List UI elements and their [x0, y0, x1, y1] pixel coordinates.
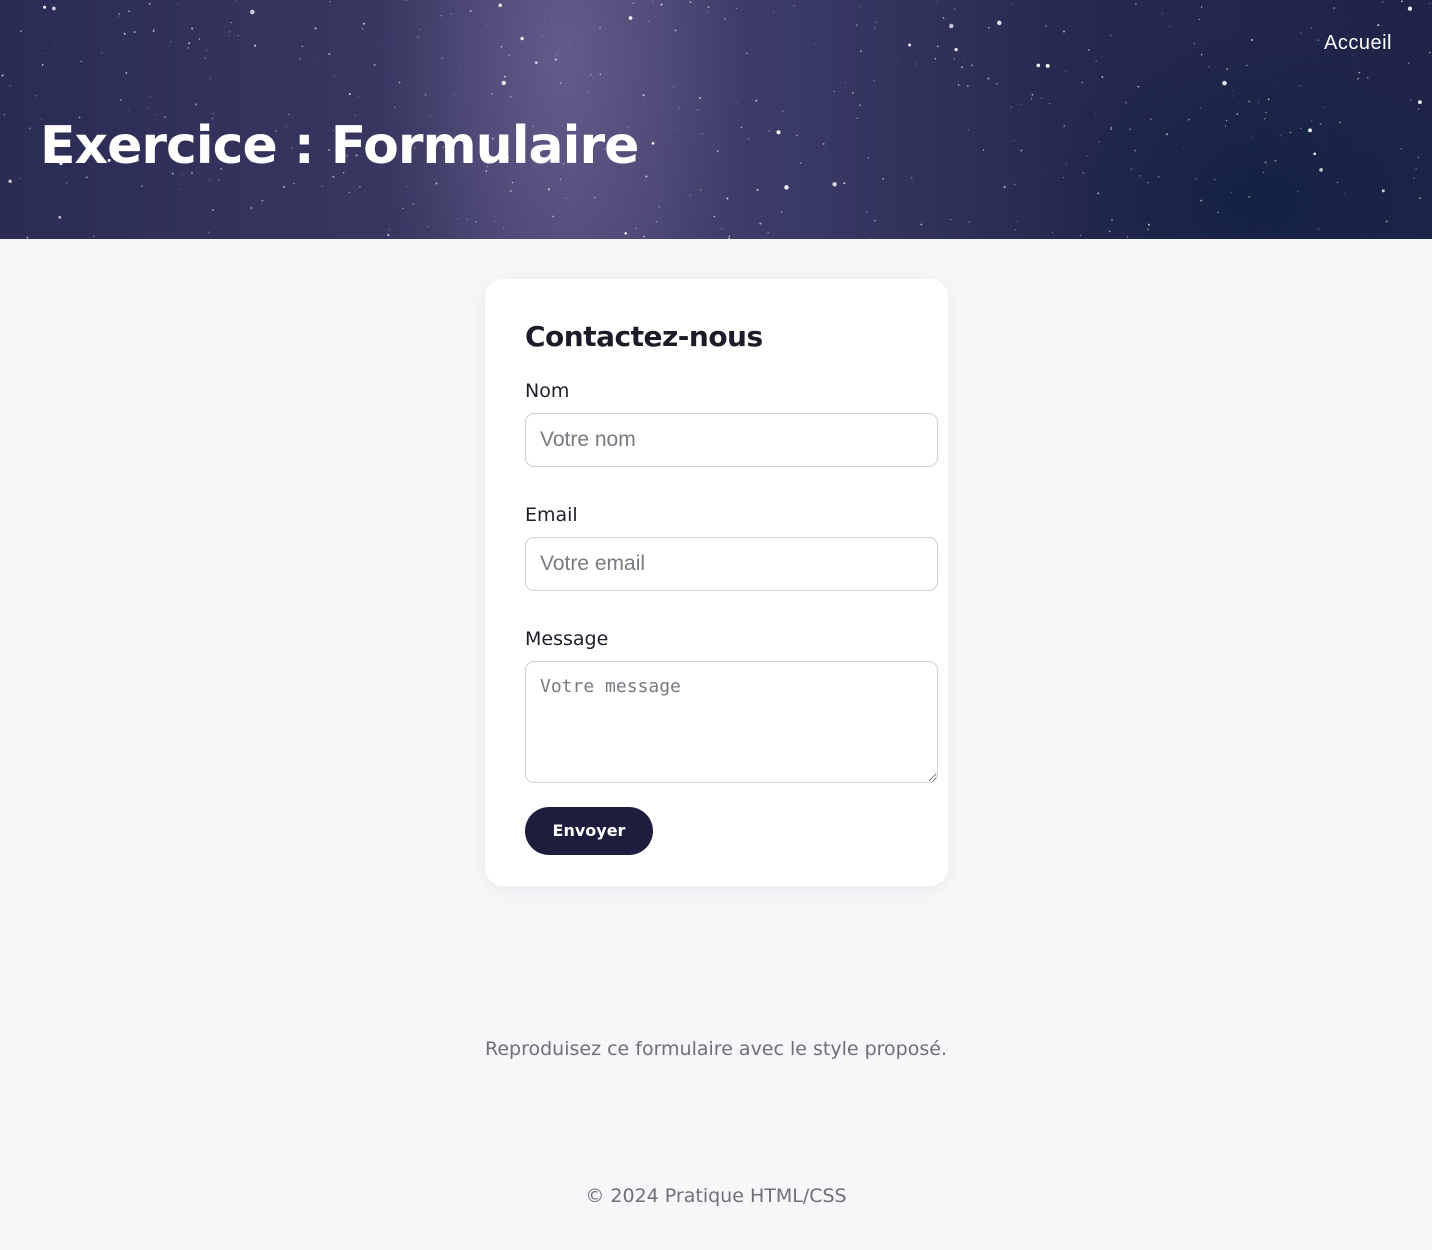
page-title: Exercice : Formulaire [40, 116, 639, 176]
contact-form-card: Contactez-nous Nom Email Message Envoyer [485, 279, 948, 886]
hero-banner: Accueil Exercice : Formulaire [0, 0, 1432, 239]
email-label: Email [525, 504, 578, 527]
submit-button[interactable]: Envoyer [525, 806, 653, 855]
name-label: Nom [525, 380, 570, 403]
nav-link-home[interactable]: Accueil [1324, 32, 1392, 55]
footer-copyright: © 2024 Pratique HTML/CSS [585, 1185, 847, 1207]
message-textarea[interactable] [525, 660, 938, 783]
name-input[interactable] [525, 413, 938, 468]
email-input[interactable] [525, 537, 938, 592]
message-label: Message [525, 628, 609, 651]
instruction-text: Reproduisez ce formulaire avec le style … [484, 1038, 947, 1060]
form-title: Contactez-nous [525, 320, 763, 353]
